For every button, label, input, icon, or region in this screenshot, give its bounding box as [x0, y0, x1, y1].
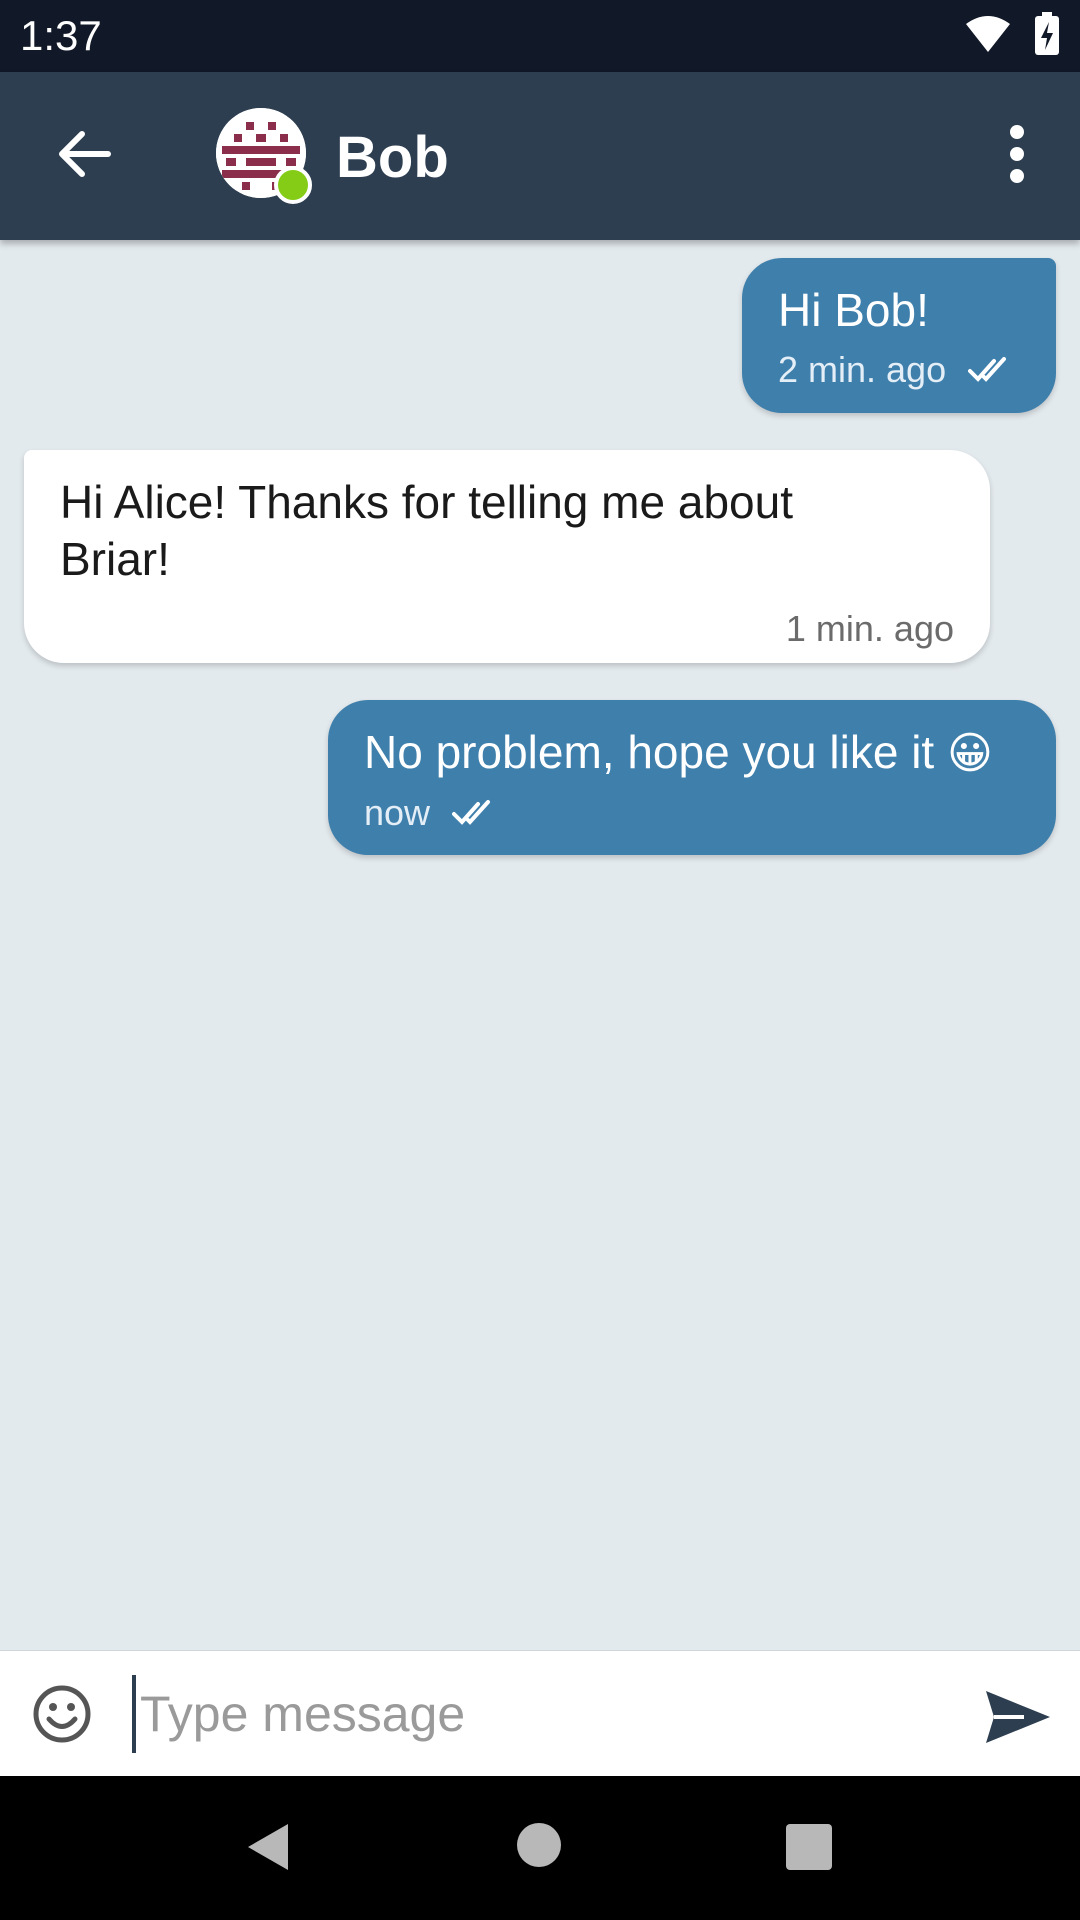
- more-vert-icon: [1010, 125, 1024, 183]
- message-meta: now: [364, 792, 1020, 834]
- message-list[interactable]: Hi Bob! 2 min. ago Hi Alice! Thanks for …: [0, 240, 1080, 1650]
- emoji-button[interactable]: [32, 1684, 92, 1744]
- message-text-row: No problem, hope you like it 😀: [364, 724, 1020, 782]
- message-composer: [0, 1650, 1080, 1777]
- message-time: 2 min. ago: [778, 349, 947, 390]
- double-check-icon: [968, 357, 1007, 382]
- back-button[interactable]: [52, 122, 116, 186]
- double-check-icon: [452, 800, 491, 825]
- status-time: 1:37: [20, 12, 102, 59]
- message-time: 1 min. ago: [785, 608, 954, 649]
- message-input[interactable]: [132, 1675, 960, 1753]
- message-bubble-outgoing[interactable]: Hi Bob! 2 min. ago: [742, 258, 1056, 413]
- message-bubble-incoming[interactable]: Hi Alice! Thanks for telling me about Br…: [24, 450, 990, 663]
- message-meta: 1 min. ago: [60, 608, 954, 650]
- overflow-menu-button[interactable]: [994, 122, 1040, 186]
- system-navigation-bar: [0, 1776, 1080, 1920]
- message-text: Hi Bob!: [778, 284, 929, 336]
- back-arrow-icon: [59, 131, 111, 177]
- emoji-icon: [33, 1685, 91, 1743]
- message-time: now: [364, 792, 431, 833]
- send-icon: [986, 1691, 1050, 1743]
- message-meta: 2 min. ago: [778, 349, 1020, 391]
- status-icons: [964, 12, 1060, 56]
- nav-back-icon[interactable]: [246, 1822, 290, 1872]
- nav-recents-icon[interactable]: [786, 1824, 832, 1870]
- grinning-face-emoji: 😀: [946, 729, 993, 778]
- message-text: Hi Alice! Thanks for telling me about Br…: [60, 476, 793, 585]
- conversation-toolbar: Bob: [0, 72, 1080, 240]
- wifi-icon: [966, 16, 1010, 52]
- message-bubble-outgoing[interactable]: No problem, hope you like it 😀 now: [328, 700, 1056, 855]
- message-text: No problem, hope you like it: [364, 726, 935, 778]
- status-bar: 1:37: [0, 0, 1080, 72]
- send-button[interactable]: [984, 1687, 1052, 1747]
- contact-avatar[interactable]: [216, 108, 312, 204]
- nav-home-icon[interactable]: [517, 1823, 561, 1867]
- battery-charging-icon: [1035, 12, 1059, 55]
- online-status-indicator: [274, 166, 312, 204]
- contact-name[interactable]: Bob: [336, 124, 449, 191]
